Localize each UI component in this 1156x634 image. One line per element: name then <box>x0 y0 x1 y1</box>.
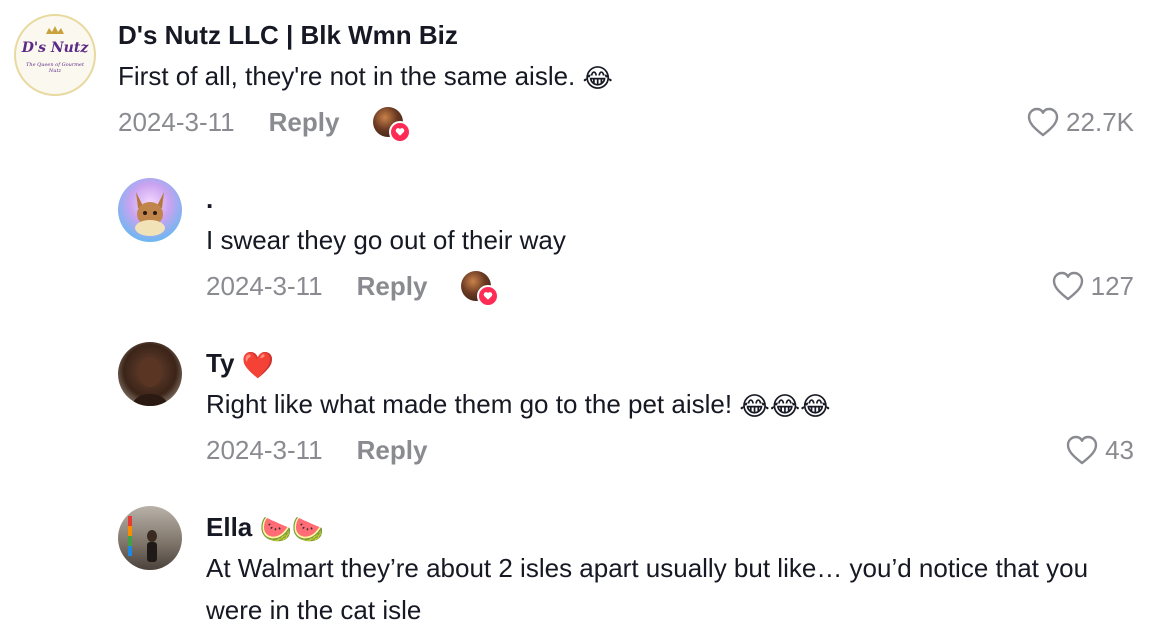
reply-button[interactable]: Reply <box>269 107 340 138</box>
heart-outline-icon <box>1027 107 1059 137</box>
like-count: 127 <box>1090 270 1134 301</box>
comment-username-text: Ty <box>206 348 235 378</box>
comment-text: First of all, they're not in the same ai… <box>118 55 613 99</box>
like-count: 43 <box>1105 434 1134 465</box>
comment-body: At Walmart they’re about 2 isles apart u… <box>206 553 1089 625</box>
heart-outline-icon <box>1052 271 1083 301</box>
avatar-logo-text: D's Nutz <box>21 40 89 56</box>
laughing-emoji-icon: 😂 <box>582 63 613 94</box>
comment-meta: 2024-3-11 Reply <box>118 104 412 143</box>
comment-username[interactable]: Ty ❤️ <box>206 348 274 381</box>
comment-username[interactable]: . <box>206 184 213 215</box>
avatar-image <box>128 516 157 562</box>
comment-body: I swear they go out of their way <box>206 225 566 255</box>
like-button[interactable]: 22.7K <box>1026 104 1134 140</box>
heart-badge-icon <box>389 121 412 143</box>
comment-username-text: Ella <box>206 512 253 542</box>
creator-liked-avatar <box>373 107 412 143</box>
comment-body: First of all, they're not in the same ai… <box>118 61 576 91</box>
comment-date: 2024-3-11 <box>206 270 323 301</box>
comment-date: 2024-3-11 <box>118 106 235 137</box>
comment-username[interactable]: D's Nutz LLC | Blk Wmn Biz <box>118 20 458 51</box>
avatar[interactable] <box>118 178 182 242</box>
comment-meta: 2024-3-11 Reply <box>206 432 427 468</box>
heart-outline-icon <box>1066 435 1098 465</box>
avatar-image <box>132 357 168 406</box>
like-count: 22.7K <box>1066 106 1134 137</box>
comment-meta: 2024-3-11 Reply <box>206 268 500 307</box>
avatar[interactable] <box>118 506 182 570</box>
avatar-image <box>135 192 165 236</box>
comment-text: Right like what made them go to the pet … <box>206 383 830 427</box>
comment-date: 2024-3-11 <box>206 434 323 465</box>
red-heart-emoji-icon: ❤️ <box>241 349 275 380</box>
avatar[interactable]: D's Nutz The Queen of Gourmet Nutz <box>14 14 96 96</box>
reply-button[interactable]: Reply <box>357 435 428 466</box>
comment-body: Right like what made them go to the pet … <box>206 389 733 419</box>
heart-badge-icon <box>477 285 500 307</box>
comment-username[interactable]: Ella 🍉🍉 <box>206 512 324 545</box>
like-button[interactable]: 43 <box>1065 432 1134 468</box>
reply-button[interactable]: Reply <box>357 271 428 302</box>
watermelon-emoji-icon: 🍉🍉 <box>259 513 325 544</box>
laughing-emoji-icon: 😂😂😂 <box>739 391 831 422</box>
creator-liked-avatar <box>461 271 500 307</box>
like-button[interactable]: 127 <box>1051 268 1134 304</box>
avatar-logo-subtext: The Queen of Gourmet Nutz <box>26 62 84 74</box>
avatar[interactable] <box>118 342 182 406</box>
